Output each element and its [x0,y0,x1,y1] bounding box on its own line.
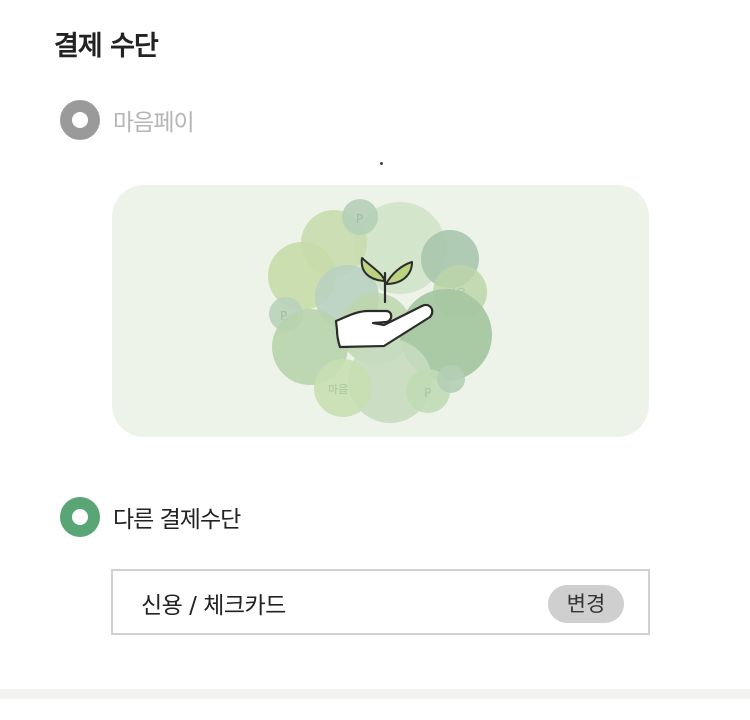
radio-button-other[interactable] [60,497,100,537]
payment-option-other[interactable]: 다른 결제수단 [60,497,241,537]
payment-method-label: 신용 / 체크카드 [141,593,286,619]
coin-label: P [356,212,363,226]
coin-label: P [280,309,287,323]
decorative-dot [380,162,383,165]
coin-label: 마음 [446,287,466,300]
section-title: 결제 수단 [54,31,159,62]
selected-payment-method: 신용 / 체크카드 변경 [111,569,650,635]
change-button[interactable]: 변경 [548,585,624,623]
payment-option-maeum-pay[interactable]: 마음페이 [60,100,195,140]
payment-option-label: 다른 결제수단 [113,507,241,533]
maeum-pay-banner: P P P 마음 마음 [112,185,649,437]
radio-button-maeum-pay[interactable] [60,100,100,140]
section-divider [0,689,750,699]
coin-label: P [424,386,431,400]
payment-option-label: 마음페이 [113,110,195,136]
hand-holding-sprout-icon: P P P 마음 마음 [268,199,492,423]
coin-label: 마음 [328,383,348,396]
